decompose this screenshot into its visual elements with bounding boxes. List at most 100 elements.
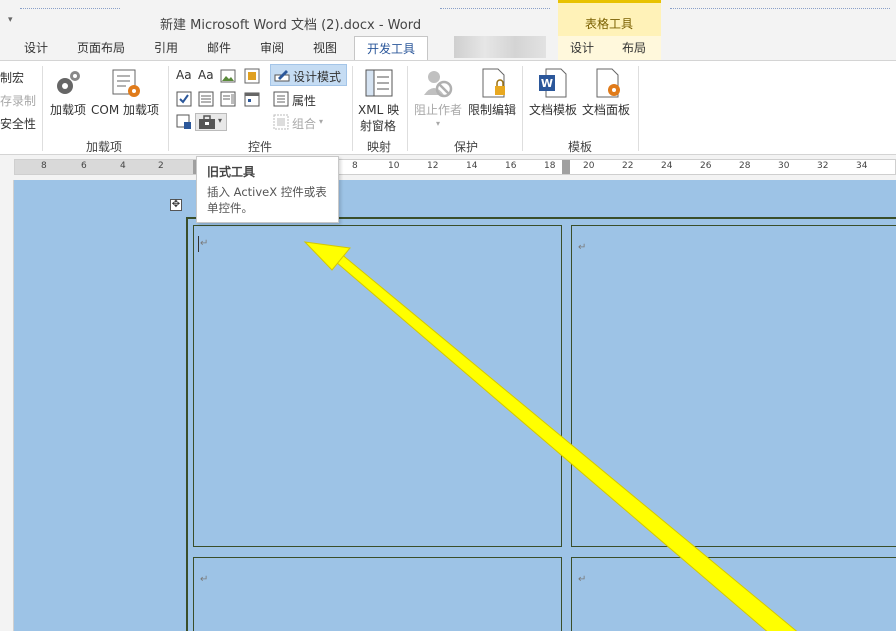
ruler-number: 22 (622, 161, 634, 171)
ribbon-tabs: 设计 页面布局 引用 邮件 审阅 视图 开发工具 设计 布局 (0, 36, 896, 61)
window-title: 新建 Microsoft Word 文档 (2).docx - Word (160, 18, 422, 33)
group-separator (638, 66, 639, 151)
tab-page-layout[interactable]: 页面布局 (77, 39, 125, 56)
ribbon-panel: 制宏 存录制 安全性 加载项 COM 加载项 加载项 Aa Aa ▾ 设计模式 … (0, 60, 896, 155)
tooltip-description: 插入 ActiveX 控件或表单控件。 (207, 185, 327, 215)
ruler-number: 32 (817, 161, 829, 171)
design-mode-label: 设计模式 (293, 70, 342, 84)
group-separator (407, 66, 408, 151)
design-mode-button[interactable]: 设计模式 (270, 64, 347, 86)
restrict-editing-button[interactable]: 限制编辑 (468, 101, 516, 118)
building-block-control-icon[interactable] (244, 68, 260, 84)
addins-gear-icon[interactable] (52, 67, 84, 99)
ruler-number: 8 (41, 161, 47, 171)
protect-group-label: 保护 (454, 140, 479, 154)
tab-table-design[interactable]: 设计 (570, 39, 594, 56)
tab-mailings[interactable]: 邮件 (207, 39, 231, 56)
paragraph-mark: ↵ (578, 574, 587, 585)
document-canvas[interactable]: ✥ ↵ ↵ ↵ ↵ (14, 180, 896, 631)
title-bar: ▾ 新建 Microsoft Word 文档 (2).docx - Word (0, 0, 896, 36)
document-template-button[interactable]: 文档模板 (529, 101, 577, 118)
ruler-number: 30 (778, 161, 790, 171)
ruler-number: 24 (661, 161, 673, 171)
document-template-icon[interactable]: W (537, 67, 569, 99)
ruler-number: 12 (427, 161, 439, 171)
ruler-number: 6 (81, 161, 87, 171)
group-separator (522, 66, 523, 151)
paragraph-mark: ↵ (578, 242, 587, 253)
combo-box-control-icon[interactable] (198, 91, 214, 107)
addins-group-label: 加载项 (86, 140, 123, 154)
ruler-number: 20 (583, 161, 595, 171)
tab-review[interactable]: 审阅 (260, 39, 284, 56)
checkbox-control-icon[interactable] (176, 91, 192, 107)
ruler-area: 8 6 4 2 2 4 6 8 10 12 14 16 18 20 22 24 … (0, 155, 896, 180)
plain-text-control-icon[interactable]: Aa (198, 68, 214, 82)
tab-design[interactable]: 设计 (24, 39, 48, 56)
tab-references[interactable]: 引用 (154, 39, 178, 56)
group-separator (42, 66, 43, 151)
xml-pane-label-line1[interactable]: XML 映 (358, 101, 399, 118)
tab-table-layout[interactable]: 布局 (622, 39, 646, 56)
ruler-number: 14 (466, 161, 478, 171)
text-cursor (198, 236, 199, 252)
ruler-number: 16 (505, 161, 517, 171)
horizontal-ruler[interactable]: 8 6 4 2 2 4 6 8 10 12 14 16 18 20 22 24 … (14, 159, 896, 175)
block-authors-button: 阻止作者 (414, 103, 463, 117)
table-cell[interactable]: ↵ (571, 557, 896, 631)
ruler-number: 4 (120, 161, 126, 171)
repeating-section-control-icon[interactable] (176, 114, 192, 130)
xml-mapping-pane-icon[interactable] (364, 67, 396, 99)
tab-developer[interactable]: 开发工具 (354, 36, 429, 61)
legacy-tools-button[interactable]: ▾ (195, 113, 227, 131)
ruler-number: 10 (388, 161, 400, 171)
ruler-number: 28 (739, 161, 751, 171)
com-addins-icon[interactable] (110, 67, 142, 99)
com-addins-button[interactable]: COM 加载项 (91, 101, 159, 118)
mapping-group-label: 映射 (367, 140, 392, 154)
ruler-number: 34 (856, 161, 868, 171)
group-separator (352, 66, 353, 151)
document-panel-icon[interactable] (592, 67, 624, 99)
table-cell[interactable]: ↵ (193, 225, 562, 547)
vertical-ruler (0, 180, 14, 631)
properties-icon[interactable] (273, 91, 289, 107)
group-separator (168, 66, 169, 151)
design-mode-icon (274, 70, 290, 82)
table-tools-label: 表格工具 (585, 17, 634, 31)
legacy-tools-tooltip: 旧式工具 插入 ActiveX 控件或表单控件。 (196, 156, 339, 223)
macros-button[interactable]: 制宏 (0, 69, 24, 86)
blurred-area (454, 36, 546, 58)
ruler-number: 2 (158, 161, 164, 171)
group-dropdown-icon: ▾ (319, 117, 324, 126)
group-icon (273, 114, 289, 130)
table-move-handle-icon[interactable]: ✥ (170, 199, 182, 211)
legacy-tools-icon (199, 115, 215, 129)
templates-group-label: 模板 (568, 140, 593, 154)
properties-button[interactable]: 属性 (292, 92, 316, 109)
paragraph-mark: ↵ (200, 574, 209, 585)
svg-text:W: W (541, 77, 553, 90)
table-cell[interactable]: ↵ (193, 557, 562, 631)
tab-view[interactable]: 视图 (313, 39, 337, 56)
picture-control-icon[interactable] (220, 68, 236, 84)
table-cell[interactable]: ↵ (571, 225, 896, 547)
dropdown-list-control-icon[interactable] (220, 91, 236, 107)
rich-text-control-icon[interactable]: Aa (176, 68, 192, 82)
column-marker[interactable] (562, 160, 570, 174)
title-divider (440, 8, 550, 11)
block-authors-dropdown-icon: ▾ (436, 119, 441, 128)
paragraph-mark: ↵ (200, 238, 209, 249)
date-picker-control-icon[interactable] (244, 91, 260, 107)
quick-access-dropdown-icon[interactable]: ▾ (8, 15, 13, 25)
pause-recording-button: 存录制 (0, 94, 37, 108)
addins-button[interactable]: 加载项 (50, 101, 86, 118)
title-divider (670, 8, 890, 11)
macro-security-button[interactable]: 安全性 (0, 115, 36, 132)
group-button: 组合 (292, 117, 317, 131)
table[interactable]: ↵ ↵ ↵ ↵ (186, 217, 896, 631)
legacy-tools-dropdown-icon: ▾ (218, 116, 223, 125)
document-panel-button[interactable]: 文档面板 (582, 101, 630, 118)
xml-pane-label-line2[interactable]: 射窗格 (360, 117, 396, 134)
restrict-editing-icon[interactable] (478, 67, 510, 99)
